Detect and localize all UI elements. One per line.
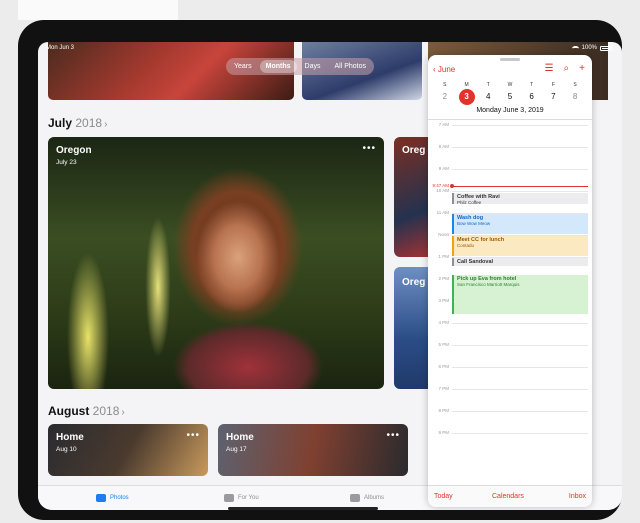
hour-row: 9 PM [428,430,592,435]
hour-label: 6 PM [438,364,449,369]
chevron-right-icon: › [104,119,108,130]
hour-label: 7 AM [438,122,449,127]
segment-days[interactable]: Days [299,60,327,73]
hour-label: 10 AM [436,188,449,193]
ipad-screen: Mon Jun 3 100% Years Months Days All Pho… [38,42,622,510]
date-cell[interactable]: 8 [567,89,583,105]
hour-label: 8 AM [438,144,449,149]
chevron-right-icon: › [121,407,125,418]
hour-label: 9 PM [438,430,449,435]
hour-label: 3 PM [438,298,449,303]
background-strip [18,0,178,20]
hour-label: 8 PM [438,408,449,413]
segment-years[interactable]: Years [228,60,258,73]
battery-icon [600,45,612,51]
tab-for-you[interactable]: For You [224,494,259,502]
event-title: Call Sandoval [457,259,494,265]
hour-row: 7 PM [428,386,592,391]
card-title: Oregon [56,145,92,156]
date-cell-today[interactable]: 3 [458,89,475,105]
card-date: July 23 [56,159,77,166]
more-icon[interactable]: ••• [186,430,200,441]
calendars-button[interactable]: Calendars [492,493,524,500]
photo-card-oregon[interactable]: Oregon July 23 ••• [48,137,384,389]
calendar-toolbar: Today Calendars Inbox [428,485,592,507]
card-title: Home [56,432,84,443]
hour-row: 5 PM [428,342,592,347]
list-icon[interactable]: ☰ [545,63,554,74]
weekday-row: S M T W T F S [443,82,577,88]
card-title: Home [226,432,254,443]
tab-albums[interactable]: Albums [350,494,384,502]
inbox-button[interactable]: Inbox [569,493,586,500]
current-time-indicator: 9:47 AM [428,183,592,188]
battery-percent: 100% [581,45,597,51]
segment-all-photos[interactable]: All Photos [329,60,373,73]
hour-row: 8 AM [428,144,592,149]
card-date: Aug 17 [226,446,247,453]
date-cell[interactable]: 4 [480,89,496,105]
hour-label: Noon [438,232,449,237]
card-date: Aug 10 [56,446,77,453]
calendar-header: ‹ June ☰ ⌕ + [428,63,592,79]
calendar-event[interactable]: Pick up Eva from hotel San Francisco Marr… [452,274,588,315]
event-location: Philz Coffee [457,200,482,206]
date-cell[interactable]: 7 [545,89,561,105]
status-time: Mon Jun 3 [46,45,75,51]
ipad-frame: Mon Jun 3 100% Years Months Days All Pho… [18,20,622,520]
hour-row: 7 AM [428,122,592,127]
event-location: San Francisco Marriott Marquis [457,281,520,287]
search-icon[interactable]: ⌕ [564,63,570,74]
more-icon[interactable]: ••• [386,430,400,441]
date-cell[interactable]: 2 [437,89,453,105]
date-cell[interactable]: 6 [524,89,540,105]
date-row: 2 3 4 5 6 7 8 [428,89,592,105]
view-segmented-control: Years Months Days All Photos [226,58,375,75]
wifi-icon [571,45,579,51]
tab-photos[interactable]: Photos [96,494,129,502]
today-button[interactable]: Today [434,493,453,500]
selected-date-label: Monday June 3, 2019 [476,107,544,114]
section-header-july[interactable]: July 2018 › [48,116,107,130]
home-indicator[interactable] [228,507,378,510]
event-location: Bow Wow Meow [457,221,491,226]
photo-card-home[interactable]: Home Aug 10 ••• [48,424,208,476]
calendar-event[interactable]: Meet CC for lunch Contadu [452,236,588,256]
hour-label: 4 PM [438,320,449,325]
section-header-august[interactable]: August 2018 › [48,404,125,418]
event-location: Contadu [457,243,475,248]
hour-label: 1 PM [438,254,449,259]
hour-label: 9 AM [438,166,449,171]
card-title: Oreg [402,145,426,156]
hour-row: 10 AM [428,188,592,193]
calendar-event[interactable]: Coffee with Ravi Philz Coffee [452,193,588,206]
card-title: Oreg [402,277,426,288]
hour-row: 6 PM [428,364,592,369]
status-bar: Mon Jun 3 100% [38,42,622,54]
hour-label: 7 PM [438,386,449,391]
photo-card-home[interactable]: Home Aug 17 ••• [218,424,408,476]
calendar-event[interactable]: Call Sandoval [452,258,588,266]
hour-label: 5 PM [438,342,449,347]
hour-row: 8 PM [428,408,592,413]
calendar-slide-over: ‹ June ☰ ⌕ + S M T W T F S 2 3 4 5 6 7 8… [428,55,592,507]
hour-row: 9 AM [428,166,592,171]
hour-label: 11 AM [436,210,449,215]
segment-months[interactable]: Months [259,60,297,73]
more-icon[interactable]: ••• [362,143,376,154]
slide-over-grabber[interactable] [500,58,520,61]
date-cell[interactable]: 5 [502,89,518,105]
for-you-icon [224,494,234,502]
hour-label: 2 PM [438,276,449,281]
back-button[interactable]: ‹ June [433,65,455,74]
calendar-event[interactable]: Wash dog Bow Wow Meow [452,214,588,234]
hour-row: 4 PM [428,320,592,325]
add-icon[interactable]: + [579,63,585,74]
photos-icon [96,494,106,502]
current-time-label: 9:47 AM [432,183,449,188]
albums-icon [350,494,360,502]
